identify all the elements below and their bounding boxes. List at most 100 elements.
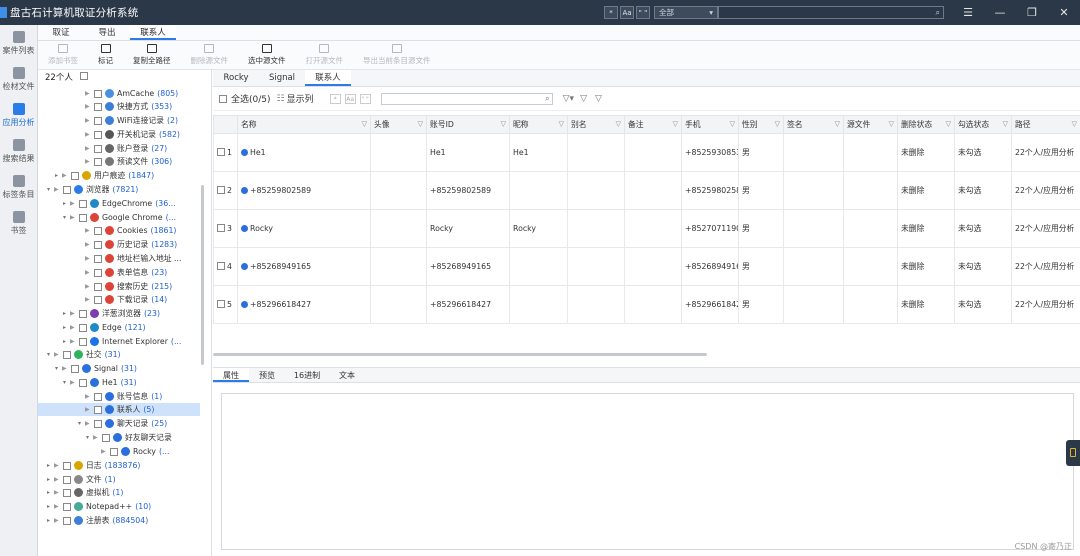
delete-source-file-button[interactable]: 删除源文件 (191, 44, 228, 66)
tree-node-checkbox[interactable] (94, 157, 102, 166)
chevron-down-icon[interactable]: ▾ (47, 348, 54, 361)
tree-node-checkbox[interactable] (79, 378, 87, 387)
show-columns-button[interactable]: 显示列 (287, 92, 314, 105)
nav-bookmarks[interactable]: 书签 (0, 205, 37, 241)
column-filter-icon[interactable]: ▽ (559, 120, 564, 128)
global-search-input[interactable]: ⌕ (718, 6, 944, 19)
copy-full-path-button[interactable]: 复制全路径 (133, 44, 171, 66)
table-horizontal-scrollbar[interactable] (213, 353, 707, 356)
select-all-checkbox[interactable] (219, 94, 227, 103)
tree-node[interactable]: ▶ 账号信息 (1) (78, 390, 162, 403)
row-checkbox[interactable] (217, 186, 225, 194)
column-filter-icon[interactable]: ▽ (730, 120, 735, 128)
column-header[interactable]: 性别 ▽ (738, 115, 784, 134)
nav-tag-items[interactable]: 标签条目 (0, 169, 37, 205)
tree-node[interactable]: ▶ Cookies (1861) (78, 224, 176, 237)
tree-node[interactable]: ▾ ▶ He1 (31) (63, 376, 137, 389)
tree-node-checkbox[interactable] (63, 461, 71, 470)
row-checkbox[interactable] (217, 300, 225, 308)
tree-node-checkbox[interactable] (79, 199, 87, 208)
tab-preview[interactable]: 预览 (249, 368, 285, 382)
tree-node-checkbox[interactable] (63, 502, 71, 511)
chevron-right-icon[interactable]: ▸ (47, 486, 54, 499)
chevron-right-icon[interactable]: ▸ (63, 321, 70, 334)
row-select-cell[interactable]: 2 (213, 171, 238, 210)
close-button[interactable]: ✕ (1048, 6, 1080, 19)
tree-node[interactable]: ▶ 表单信息 (23) (78, 266, 167, 279)
tree-node-checkbox[interactable] (94, 268, 102, 277)
column-filter-icon[interactable]: ▽ (1072, 120, 1077, 128)
tree-node-checkbox[interactable] (63, 475, 71, 484)
nav-app-analysis[interactable]: 应用分析 (0, 97, 37, 133)
tree-node-checkbox[interactable] (94, 89, 102, 98)
tree-node-checkbox[interactable] (63, 516, 71, 525)
tree-node-checkbox[interactable] (63, 350, 71, 359)
row-checkbox[interactable] (217, 224, 225, 232)
chevron-down-icon[interactable]: ▾ (55, 362, 62, 375)
chevron-down-icon[interactable]: ▾ (86, 431, 93, 444)
chevron-right-icon[interactable]: ▸ (63, 197, 70, 210)
column-header[interactable]: 别名 ▽ (567, 115, 625, 134)
table-row[interactable]: 3RockyRockyRocky+85270711901男未删除未勾选22个人/… (213, 209, 1080, 248)
column-filter-icon[interactable]: ▽ (775, 120, 780, 128)
tree-node[interactable]: ▾ ▶ 社交 (31) (47, 348, 121, 361)
chevron-right-icon[interactable]: ▸ (63, 335, 70, 348)
row-checkbox[interactable] (217, 148, 225, 156)
tree-node[interactable]: ▾ ▶ 聊天记录 (25) (78, 417, 167, 430)
tab-hex[interactable]: 16进制 (285, 368, 329, 382)
column-header[interactable]: 手机 ▽ (681, 115, 739, 134)
column-filter-icon[interactable]: ▽ (616, 120, 621, 128)
column-header[interactable]: 账号ID ▽ (426, 115, 510, 134)
column-header[interactable]: 删除状态 ▽ (897, 115, 955, 134)
column-filter-icon[interactable]: ▽ (946, 120, 951, 128)
mark-button[interactable]: 标记 (98, 44, 113, 66)
chevron-down-icon[interactable]: ▾ (63, 376, 70, 389)
nav-case-list[interactable]: 案件列表 (0, 25, 37, 61)
filter-icon[interactable]: ▽ (580, 94, 587, 104)
row-checkbox[interactable] (217, 262, 225, 270)
column-filter-icon[interactable]: ▽ (501, 120, 506, 128)
tree-node[interactable]: ▶ 联系人 (5) (38, 403, 200, 416)
filter-search-input[interactable]: ⌕ (380, 92, 553, 105)
chevron-right-icon[interactable]: ▸ (47, 500, 54, 513)
tree-node[interactable]: ▸ ▶ 洋葱浏览器 (23) (63, 307, 160, 320)
tab-text[interactable]: 文本 (329, 368, 365, 382)
tree-node[interactable]: ▸ ▶ 日志 (183876) (47, 459, 140, 472)
column-header[interactable]: 勾选状态 ▽ (954, 115, 1012, 134)
tree-node-checkbox[interactable] (94, 282, 102, 291)
column-header[interactable]: 备注 ▽ (624, 115, 682, 134)
tree-node[interactable]: ▸ ▶ 虚拟机 (1) (47, 486, 123, 499)
case-sensitive-toggle-button[interactable]: Aa (620, 6, 634, 19)
subtab-rocky[interactable]: Rocky (213, 70, 259, 86)
column-filter-icon[interactable]: ▽ (362, 120, 367, 128)
subtab-signal[interactable]: Signal (259, 70, 305, 86)
tree-node[interactable]: ▸ ▶ 用户痕迹 (1847) (55, 169, 154, 182)
tree-node[interactable]: ▶ 下载记录 (14) (78, 293, 167, 306)
column-header[interactable]: 源文件 ▽ (843, 115, 898, 134)
chevron-right-icon[interactable]: ▸ (47, 473, 54, 486)
column-filter-icon[interactable]: ▽ (889, 120, 894, 128)
filter-case-button[interactable]: Aa (344, 93, 356, 104)
tree-node[interactable]: ▶ 搜索历史 (215) (78, 280, 172, 293)
row-select-cell[interactable]: 5 (213, 285, 238, 324)
filter-wildcard-button[interactable]: * (329, 93, 341, 104)
tree-node-checkbox[interactable] (94, 102, 102, 111)
tab-properties[interactable]: 属性 (213, 368, 249, 382)
chevron-right-icon[interactable]: ▸ (63, 307, 70, 320)
select-source-file-button[interactable]: 选中源文件 (248, 44, 286, 66)
column-header[interactable]: 名称 ▽ (237, 115, 371, 134)
tree-node-checkbox[interactable] (94, 116, 102, 125)
nav-search-results[interactable]: 搜索结果 (0, 133, 37, 169)
tree-node-checkbox[interactable] (94, 254, 102, 263)
tree-node-checkbox[interactable] (63, 185, 71, 194)
tree-node[interactable]: ▶ 账户登录 (27) (78, 142, 167, 155)
tree-node-checkbox[interactable] (79, 337, 87, 346)
table-row[interactable]: 2+85259802589+85259802589+85259802589男未删… (213, 171, 1080, 210)
chevron-right-icon[interactable]: ▸ (47, 459, 54, 472)
search-icon[interactable]: ⌕ (545, 94, 549, 104)
exact-match-toggle-button[interactable]: " " (636, 6, 650, 19)
tree-node-checkbox[interactable] (71, 364, 79, 373)
search-icon[interactable]: ⌕ (936, 8, 940, 18)
column-header[interactable]: 头像 ▽ (370, 115, 427, 134)
tree-node-checkbox[interactable] (94, 295, 102, 304)
